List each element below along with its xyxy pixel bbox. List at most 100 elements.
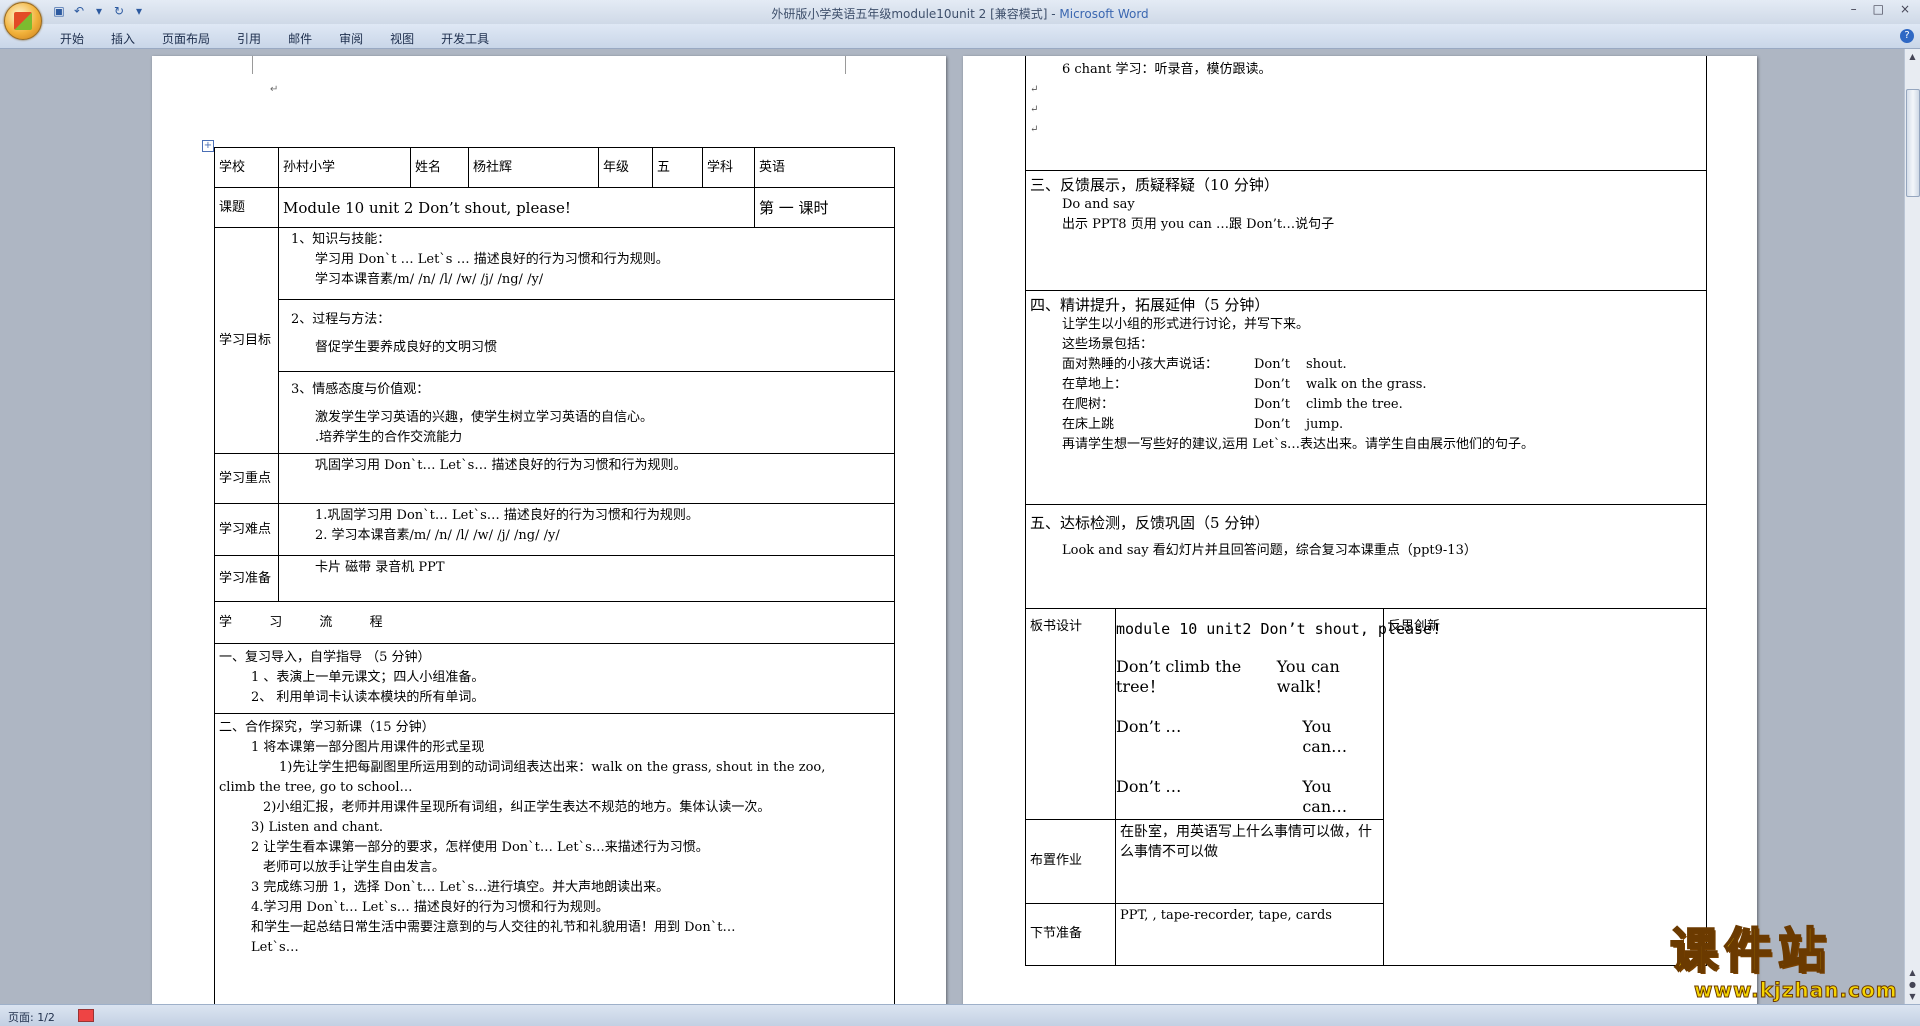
key-points-label: 学习重点 — [214, 453, 279, 504]
close-button[interactable]: × — [1900, 2, 1910, 16]
section-2-line: 3) Listen and chant. — [251, 820, 384, 835]
minimize-button[interactable]: – — [1851, 2, 1857, 16]
knowledge-line: 学习用 Don`t … Let`s … 描述良好的行为习惯和行为规则。 — [315, 252, 669, 267]
reflection-label: 反思创新 — [1388, 618, 1441, 634]
section-5-line: Look and say 看幻灯片并且回答问题，综合复习本课重点（ppt9-13… — [1062, 542, 1477, 558]
attitude-goals: 3、情感态度与价值观： 激发学生学习英语的兴趣，使学生树立学习英语的自信心。 .… — [277, 371, 896, 454]
tab-page-layout[interactable]: 页面布局 — [162, 30, 225, 47]
board-row: Don’t climb the tree！ You can walk！ — [1116, 657, 1379, 697]
scene-dont: Don’t — [1254, 356, 1290, 372]
tab-mailings[interactable]: 邮件 — [288, 30, 327, 47]
continued-line: 6 chant 学习：听录音，模仿跟读。 — [1062, 62, 1272, 77]
board-heading: module 10 unit2 Don’t shout, please! — [1116, 619, 1442, 638]
office-logo-icon — [14, 12, 32, 30]
section-4: 四、精讲提升，拓展延伸（5 分钟） 让学生以小组的形式进行讨论，并写下来。 这些… — [1024, 289, 1708, 505]
board-row: Don’t … You can… — [1116, 777, 1379, 817]
section-1-line: 2、 利用单词卡认读本模块的所有单词。 — [251, 690, 485, 705]
document-workspace: ↵ + 学校 孙村小学 姓名 杨社辉 年级 五 学科 英语 课题 Module … — [0, 49, 1905, 1016]
scene-row: 在床上跳 Don’t jump. — [1030, 415, 1702, 435]
topic-value: Module 10 unit 2 Don’t shout, please! — [277, 187, 756, 228]
section-4-line: 让学生以小组的形式进行讨论，并写下来。 — [1062, 316, 1310, 332]
preparation-line: 卡片 磁带 录音机 PPT — [315, 560, 445, 575]
tab-insert[interactable]: 插入 — [111, 30, 150, 47]
knowledge-line: 学习本课音素/m/ /n/ /l/ /w/ /j/ /ng/ /y/ — [315, 272, 544, 287]
board-row-left: Don’t … — [1116, 776, 1182, 796]
process-line: 督促学生要养成良好的文明习惯 — [315, 340, 498, 355]
paragraph-mark: ↵ — [1030, 104, 1039, 115]
next-prep-text: PPT, , tape-recorder, tape, cards — [1115, 902, 1384, 966]
proofing-icon[interactable] — [78, 1009, 94, 1022]
scene-action: climb the tree. — [1306, 396, 1403, 412]
process-goals: 2、过程与方法： 督促学生要养成良好的文明习惯 — [277, 299, 896, 372]
paragraph-mark: ↵ — [1030, 124, 1039, 135]
section-2-line: 1)先让学生把每副图里所运用到的动词词组表达出来：walk on the gra… — [279, 760, 826, 775]
board-row-right: You can… — [1302, 716, 1348, 756]
watermark-url: www.kjzhan.com — [1694, 978, 1898, 1003]
crop-mark — [845, 56, 868, 74]
section-5: 五、达标检测，反馈巩固（5 分钟） Look and say 看幻灯片并且回答问… — [1024, 503, 1708, 609]
subject-value: 英语 — [754, 147, 896, 188]
scene-dont: Don’t — [1254, 396, 1290, 412]
tab-references[interactable]: 引用 — [237, 30, 276, 47]
section-2-line: 和学生一起总结日常生活中需要注意到的与人交往的礼节和礼貌用语！用到 Don`t… — [251, 920, 736, 935]
tab-developer[interactable]: 开发工具 — [441, 30, 504, 47]
homework-line: 在卧室，用英语写上什么事情可以做，什么事情不可以做 — [1120, 823, 1372, 860]
scene-place: 面对熟睡的小孩大声说话： — [1062, 356, 1219, 372]
topic-label: 课题 — [214, 187, 279, 228]
homework-label: 布置作业 — [1025, 818, 1116, 904]
page-1: ↵ + 学校 孙村小学 姓名 杨社辉 年级 五 学科 英语 课题 Module … — [152, 56, 946, 1016]
reflection-cell: 反思创新 — [1382, 607, 1708, 966]
section-2-line: 4.学习用 Don`t… Let`s… 描述良好的行为习惯和行为规则。 — [251, 900, 609, 915]
tab-review[interactable]: 审阅 — [339, 30, 378, 47]
section-4-line: 这些场景包括： — [1062, 336, 1154, 352]
grade-label: 年级 — [598, 147, 654, 188]
maximize-button[interactable]: □ — [1873, 2, 1884, 16]
board-row-right: You can walk！ — [1276, 656, 1340, 696]
tab-home[interactable]: 开始 — [60, 30, 99, 47]
knowledge-goals: 1、知识与技能： 学习用 Don`t … Let`s … 描述良好的行为习惯和行… — [277, 227, 896, 300]
attitude-title: 3、情感态度与价值观： — [291, 382, 430, 397]
section-2-line: 1 将本课第一部分图片用课件的形式呈现 — [251, 740, 485, 755]
scene-row: 面对熟睡的小孩大声说话： Don’t shout. — [1030, 355, 1702, 375]
name-value: 杨社辉 — [468, 147, 600, 188]
watermark-text: 课件站 — [1669, 923, 1833, 979]
subject-label: 学科 — [702, 147, 756, 188]
section-2-line: 3 完成练习册 1，选择 Don`t… Let`s…进行填空。并大声地朗读出来。 — [251, 880, 670, 895]
tab-view[interactable]: 视图 — [390, 30, 429, 47]
scrollbar-thumb[interactable] — [1906, 89, 1920, 197]
help-icon[interactable]: ? — [1900, 29, 1914, 43]
watermark-logo: 课件站 www.kjzhan.com — [1669, 923, 1910, 1003]
section-1-title: 一、复习导入，自学指导 （5 分钟） — [219, 650, 431, 665]
scene-list: 面对熟睡的小孩大声说话： Don’t shout. 在草地上： Don’t walk o… — [1030, 355, 1702, 435]
process-title: 2、过程与方法： — [291, 312, 391, 327]
section-2-line: 2 让学生看本课第一部分的要求，怎样使用 Don`t… Let`s…来描述行为习… — [251, 840, 709, 855]
difficulty-line: 1.巩固学习用 Don`t… Let`s… 描述良好的行为习惯和行为规则。 — [315, 508, 699, 523]
lesson-plan-table: 学校 孙村小学 姓名 杨社辉 年级 五 学科 英语 课题 Module 10 u… — [213, 147, 896, 1004]
attitude-line: 激发学生学习英语的兴趣，使学生树立学习英语的自信心。 — [315, 410, 654, 425]
scene-action: jump. — [1306, 416, 1344, 432]
page-indicator[interactable]: 页面: 1/2 — [8, 1009, 55, 1025]
office-button[interactable] — [4, 2, 42, 40]
section-2: 二、合作探究，学习新课（15 分钟） 1 将本课第一部分图片用课件的形式呈现 1… — [213, 713, 896, 1004]
section-5-title: 五、达标检测，反馈巩固（5 分钟） — [1030, 513, 1270, 532]
period-value: 第 一 课时 — [754, 187, 896, 228]
window-title: 外研版小学英语五年级module10unit 2 [兼容模式] - Micros… — [0, 5, 1920, 22]
process-header: 学 习 流 程 — [213, 601, 896, 644]
table-move-handle-icon[interactable]: + — [202, 140, 214, 152]
scroll-up-icon[interactable]: ▲ — [1907, 51, 1918, 62]
section-3: 三、反馈展示，质疑释疑（10 分钟） Do and say 出示 PPT8 页用… — [1024, 169, 1708, 291]
status-bar: 页面: 1/2 — [0, 1004, 1920, 1026]
vertical-scrollbar[interactable]: ▲ ▲ ● ▼ — [1904, 49, 1920, 1004]
preparation-text: 卡片 磁带 录音机 PPT — [277, 555, 896, 602]
difficulties-text: 1.巩固学习用 Don`t… Let`s… 描述良好的行为习惯和行为规则。 2.… — [277, 503, 896, 556]
board-content: module 10 unit2 Don’t shout, please! Don… — [1115, 607, 1442, 820]
board-row-right: You can… — [1302, 776, 1348, 816]
next-prep-label: 下节准备 — [1025, 902, 1116, 966]
section-2-line: climb the tree, go to school… — [219, 780, 413, 795]
section-1: 一、复习导入，自学指导 （5 分钟） 1 、表演上一单元课文；四人小组准备。 2… — [213, 643, 896, 714]
paragraph-mark: ↵ — [270, 84, 279, 95]
scene-row: 在草地上： Don’t walk on the grass. — [1030, 375, 1702, 395]
page-2: 6 chant 学习：听录音，模仿跟读。 ↵ ↵ ↵ 三、反馈展示，质疑释疑（1… — [963, 56, 1757, 1016]
attitude-line: .培养学生的合作交流能力 — [315, 430, 463, 445]
grade-value: 五 — [652, 147, 704, 188]
